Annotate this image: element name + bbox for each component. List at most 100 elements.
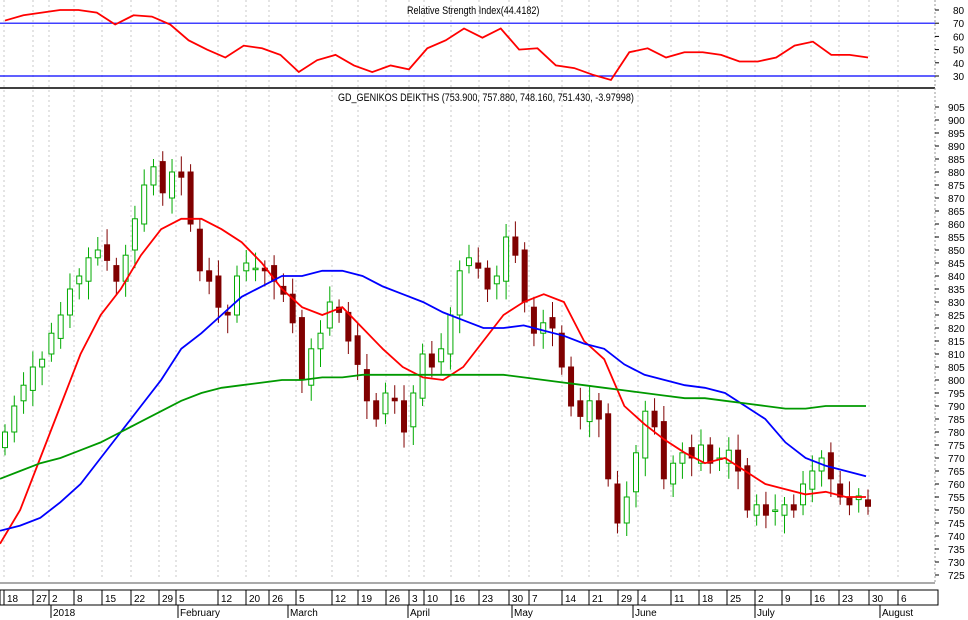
- candle-up: [2, 431, 8, 449]
- price-tick-label: 760: [948, 480, 965, 491]
- candle-down: [651, 410, 658, 428]
- price-tick-label: 815: [948, 337, 965, 348]
- price-tick-label: 825: [948, 311, 965, 322]
- candle-up: [11, 405, 18, 433]
- candle-down: [614, 483, 621, 524]
- candle-down: [178, 171, 185, 178]
- candle-up: [317, 332, 324, 350]
- candle-up: [326, 301, 333, 329]
- candle-up: [85, 257, 92, 282]
- candle-down: [298, 317, 305, 381]
- candle-down: [484, 267, 491, 290]
- x-week-label: 16: [454, 594, 466, 605]
- x-week-label: 29: [162, 594, 174, 605]
- x-week-label: 14: [565, 594, 577, 605]
- candle-up: [94, 249, 101, 259]
- candle-up: [169, 171, 176, 199]
- x-week-label: 22: [134, 594, 146, 605]
- price-tick-label: 780: [948, 428, 965, 439]
- price-tick-label: 775: [948, 441, 965, 452]
- candle-up: [670, 462, 677, 485]
- price-tick-label: 740: [948, 532, 965, 543]
- x-month-label: February: [180, 608, 220, 619]
- rsi-tick-label: 60: [953, 32, 965, 43]
- candle-up: [141, 184, 148, 225]
- candle-up: [131, 218, 138, 251]
- ma-line-short: [0, 217, 866, 545]
- price-tick-label: 755: [948, 493, 965, 504]
- rsi-tick-label: 30: [953, 72, 965, 83]
- x-week-label: 20: [249, 594, 261, 605]
- x-week-label: 12: [221, 594, 233, 605]
- x-month-label: 2018: [53, 608, 76, 619]
- candle-up: [438, 348, 445, 363]
- candle-down: [345, 311, 352, 342]
- x-week-label: 29: [621, 594, 633, 605]
- x-week-label: 5: [299, 594, 305, 605]
- candle-down: [373, 400, 380, 420]
- price-tick-label: 900: [948, 116, 965, 127]
- price-tick-label: 885: [948, 155, 965, 166]
- candle-down: [104, 244, 111, 261]
- price-tick-label: 875: [948, 181, 965, 192]
- candle-up: [772, 509, 779, 512]
- x-week-label: 27: [36, 594, 48, 605]
- price-tick-label: 830: [948, 298, 965, 309]
- x-week-label: 18: [7, 594, 19, 605]
- price-tick-label: 840: [948, 272, 965, 283]
- price-tick-label: 770: [948, 454, 965, 465]
- price-tick-label: 750: [948, 506, 965, 517]
- x-week-label: 23: [842, 594, 854, 605]
- x-month-label: August: [882, 608, 913, 619]
- price-tick-label: 765: [948, 467, 965, 478]
- x-week-label: 26: [272, 594, 284, 605]
- candle-up: [76, 275, 83, 285]
- price-tick-label: 870: [948, 194, 965, 205]
- candle-up: [503, 236, 510, 282]
- x-week-label: 9: [785, 594, 791, 605]
- candle-up: [679, 452, 686, 464]
- rsi-tick-label: 40: [953, 59, 965, 70]
- price-tick-label: 800: [948, 376, 965, 387]
- candle-up: [252, 267, 259, 271]
- candle-down: [224, 311, 231, 316]
- candle-up: [39, 358, 46, 368]
- candle-up: [447, 314, 454, 355]
- price-tick-label: 905: [948, 103, 965, 114]
- price-tick-label: 835: [948, 285, 965, 296]
- price-tick-label: 810: [948, 350, 965, 361]
- price-tick-label: 790: [948, 402, 965, 413]
- candle-down: [865, 499, 871, 507]
- price-tick-label: 795: [948, 389, 965, 400]
- x-week-label: 4: [641, 594, 647, 605]
- candle-up: [493, 275, 500, 285]
- candle-up: [48, 332, 55, 355]
- price-tick-label: 890: [948, 142, 965, 153]
- candle-up: [753, 504, 760, 516]
- price-tick-label: 735: [948, 545, 965, 556]
- candle-up: [456, 270, 463, 316]
- candle-down: [475, 262, 482, 269]
- x-week-label: 18: [702, 594, 714, 605]
- rsi-title: Relative Strength Index(44.4182): [407, 5, 540, 17]
- x-week-label: 25: [730, 594, 742, 605]
- price-tick-label: 745: [948, 519, 965, 530]
- x-month-label: March: [290, 608, 318, 619]
- candle-down: [790, 504, 797, 511]
- candle-down: [762, 504, 769, 516]
- price-tick-label: 855: [948, 233, 965, 244]
- candle-up: [633, 452, 640, 493]
- rsi-tick-label: 80: [953, 6, 965, 17]
- x-week-label: 8: [77, 594, 83, 605]
- x-week-label: 6: [901, 594, 907, 605]
- x-week-label: 26: [389, 594, 401, 605]
- x-week-label: 5: [179, 594, 185, 605]
- candle-up: [57, 314, 64, 339]
- x-week-label: 23: [482, 594, 494, 605]
- candle-down: [577, 400, 584, 417]
- candle-up: [382, 392, 389, 415]
- x-week-label: 30: [512, 594, 524, 605]
- price-title: GD_GENIKOS DEIKTHS (753.900, 757.880, 74…: [338, 92, 634, 104]
- candle-up: [642, 410, 649, 459]
- x-week-label: 12: [335, 594, 347, 605]
